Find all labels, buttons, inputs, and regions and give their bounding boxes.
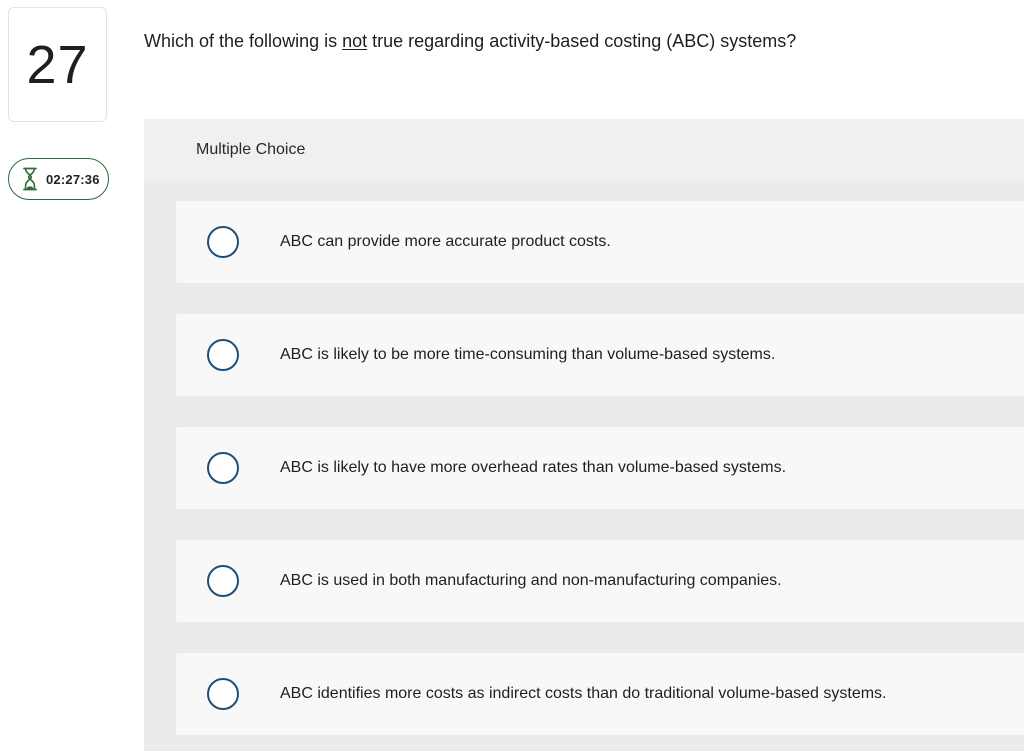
radio-button[interactable] (207, 339, 239, 371)
answer-panel: Multiple Choice ABC can provide more acc… (144, 119, 1024, 751)
choice-label: ABC is likely to have more overhead rate… (280, 459, 787, 476)
radio-button[interactable] (207, 678, 239, 710)
choice-option[interactable]: ABC identifies more costs as indirect co… (176, 653, 1024, 735)
choice-label: ABC is likely to be more time-consuming … (280, 346, 776, 363)
choice-option[interactable]: ABC is likely to be more time-consuming … (176, 314, 1024, 396)
question-text-after: true regarding activity-based costing (A… (367, 31, 797, 51)
timer-badge[interactable]: 02:27:36 (8, 158, 109, 200)
answer-type-label: Multiple Choice (196, 141, 306, 158)
question-emphasis: not (342, 31, 368, 51)
choice-option[interactable]: ABC can provide more accurate product co… (176, 201, 1024, 283)
radio-button[interactable] (207, 226, 239, 258)
question-number-box: 27 (8, 7, 107, 122)
choices-list: ABC can provide more accurate product co… (144, 181, 1024, 751)
timer-value: 02:27:36 (46, 171, 100, 187)
answer-panel-header: Multiple Choice (144, 119, 1024, 181)
choice-label: ABC identifies more costs as indirect co… (280, 685, 887, 702)
question-text: Which of the following is not true regar… (144, 31, 796, 52)
choice-option[interactable]: ABC is used in both manufacturing and no… (176, 540, 1024, 622)
choice-option[interactable]: ABC is likely to have more overhead rate… (176, 427, 1024, 509)
choice-label: ABC can provide more accurate product co… (280, 233, 611, 250)
radio-button[interactable] (207, 452, 239, 484)
hourglass-icon (19, 166, 41, 192)
choice-label: ABC is used in both manufacturing and no… (280, 572, 782, 589)
radio-button[interactable] (207, 565, 239, 597)
question-number: 27 (26, 34, 89, 95)
question-text-before: Which of the following is (144, 31, 343, 51)
